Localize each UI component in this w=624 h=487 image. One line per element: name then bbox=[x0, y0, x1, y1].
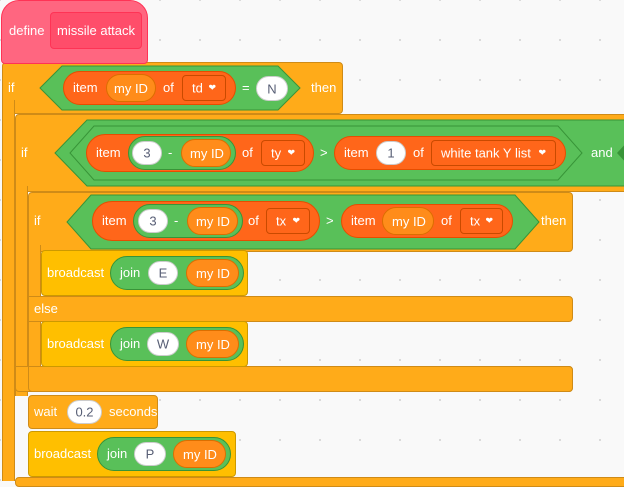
my-id-variable[interactable]: my ID bbox=[187, 207, 238, 235]
my-id-label: my ID bbox=[190, 146, 224, 161]
list-dropdown-value: white tank Y list bbox=[441, 145, 531, 161]
join-label: join bbox=[120, 336, 141, 351]
if-label-1: if bbox=[8, 80, 15, 95]
and-label: and bbox=[591, 145, 613, 160]
custom-block-name: missile attack bbox=[57, 23, 136, 38]
list-dropdown-value: tx bbox=[470, 213, 481, 229]
of-label: of bbox=[413, 145, 424, 160]
seconds-label: seconds bbox=[109, 404, 158, 419]
wait-seconds-value: 0.2 bbox=[75, 404, 94, 420]
define-label: define bbox=[9, 23, 45, 38]
item-label: item bbox=[73, 80, 98, 95]
else-bar bbox=[28, 296, 573, 322]
my-id-variable[interactable]: my ID bbox=[186, 259, 239, 287]
number-value: 1 bbox=[387, 145, 395, 161]
if-label-3: if bbox=[34, 213, 41, 228]
broadcast-label: broadcast bbox=[47, 336, 105, 351]
list-dropdown-tx[interactable]: tx ❤ bbox=[266, 208, 310, 234]
broadcast-label: broadcast bbox=[47, 265, 105, 280]
join-text-value: E bbox=[158, 265, 168, 281]
my-id-variable[interactable]: my ID bbox=[382, 207, 434, 235]
if-block-outer-arm bbox=[2, 100, 15, 481]
join-text-input[interactable]: W bbox=[147, 332, 179, 356]
my-id-label: my ID bbox=[196, 214, 230, 229]
compare-value-input[interactable]: N bbox=[256, 76, 288, 101]
of-label: of bbox=[163, 80, 174, 95]
join-text-value: P bbox=[145, 446, 155, 462]
item-label: item bbox=[96, 145, 121, 160]
if-else-bottom bbox=[28, 366, 573, 392]
caret-down-icon: ❤ bbox=[485, 215, 493, 226]
caret-down-icon: ❤ bbox=[287, 147, 295, 158]
caret-down-icon: ❤ bbox=[538, 147, 546, 158]
number-input[interactable]: 1 bbox=[376, 141, 406, 165]
minus-sign: - bbox=[174, 213, 179, 228]
equals-sign: = bbox=[242, 80, 250, 95]
item-label: item bbox=[102, 213, 127, 228]
wait-label: wait bbox=[34, 404, 58, 419]
caret-down-icon: ❤ bbox=[292, 215, 300, 226]
list-dropdown-value: ty bbox=[271, 145, 282, 161]
caret-down-icon: ❤ bbox=[208, 82, 216, 93]
join-text-value: W bbox=[156, 336, 170, 352]
my-id-label: my ID bbox=[392, 214, 426, 229]
my-id-label: my ID bbox=[183, 447, 217, 462]
item-label: item bbox=[344, 145, 369, 160]
my-id-label: my ID bbox=[114, 81, 148, 96]
of-label: of bbox=[242, 145, 253, 160]
list-dropdown-ty[interactable]: ty ❤ bbox=[261, 140, 305, 166]
else-label: else bbox=[34, 301, 58, 316]
list-dropdown-tx[interactable]: tx ❤ bbox=[460, 208, 503, 234]
greater-than-sign: > bbox=[320, 145, 328, 160]
then-label-1: then bbox=[311, 80, 337, 95]
number-input[interactable]: 3 bbox=[132, 141, 162, 165]
list-dropdown-value: tx bbox=[276, 213, 287, 229]
if-block-middle-arm bbox=[15, 186, 28, 396]
if-label-2: if bbox=[21, 145, 28, 160]
join-label: join bbox=[107, 446, 128, 461]
my-id-variable[interactable]: my ID bbox=[173, 440, 226, 468]
my-id-variable[interactable]: my ID bbox=[181, 139, 231, 167]
item-label: item bbox=[351, 213, 376, 228]
broadcast-label: broadcast bbox=[34, 446, 92, 461]
of-label: of bbox=[441, 213, 452, 228]
list-dropdown-td[interactable]: td ❤ bbox=[182, 75, 226, 101]
and-right-slot[interactable] bbox=[617, 140, 624, 166]
wait-seconds-input[interactable]: 0.2 bbox=[67, 400, 102, 424]
list-dropdown-white-tank-y[interactable]: white tank Y list ❤ bbox=[431, 140, 556, 166]
my-id-label: my ID bbox=[196, 337, 230, 352]
list-dropdown-value: td bbox=[192, 80, 203, 96]
greater-than-sign: > bbox=[326, 213, 334, 228]
of-label: of bbox=[248, 213, 259, 228]
next-block-stub bbox=[15, 477, 624, 487]
join-text-input[interactable]: E bbox=[148, 261, 178, 285]
my-id-label: my ID bbox=[196, 266, 230, 281]
my-id-variable[interactable]: my ID bbox=[106, 74, 156, 102]
custom-block-prototype[interactable]: missile attack bbox=[50, 12, 142, 49]
join-text-input[interactable]: P bbox=[134, 442, 166, 466]
join-label: join bbox=[120, 265, 141, 280]
then-label-3: then bbox=[541, 213, 567, 228]
number-value: 3 bbox=[149, 213, 157, 229]
minus-sign: - bbox=[168, 145, 173, 160]
number-input[interactable]: 3 bbox=[138, 209, 168, 233]
compare-value: N bbox=[267, 81, 277, 96]
number-value: 3 bbox=[143, 145, 151, 161]
my-id-variable[interactable]: my ID bbox=[186, 330, 239, 358]
